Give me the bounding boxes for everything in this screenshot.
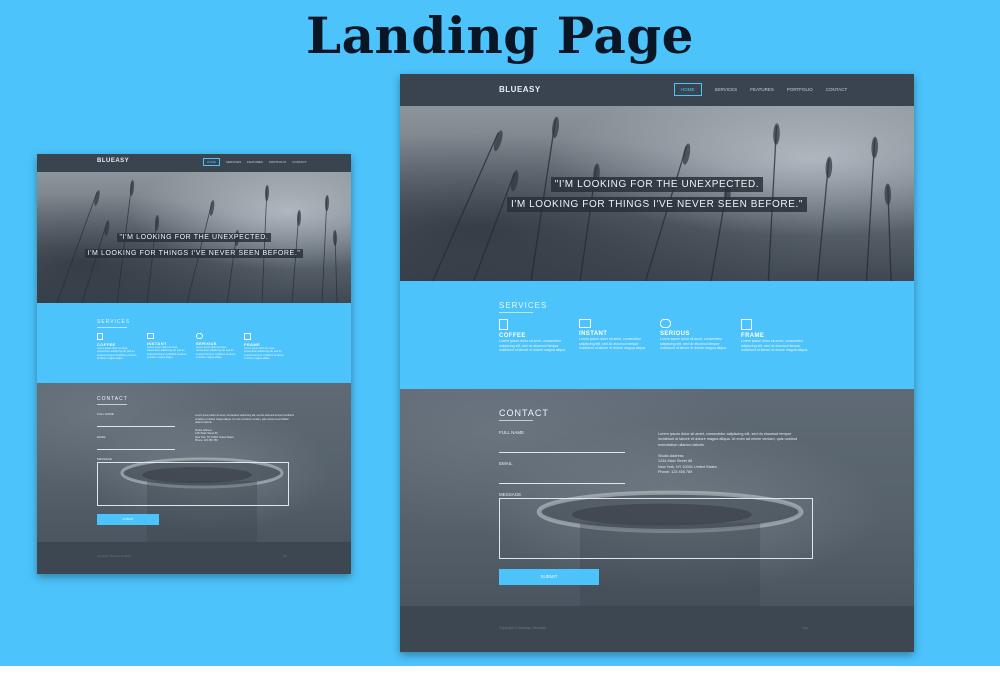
presentation-canvas: Landing Page BLUEASY HOME SERVICES FEATU…: [0, 0, 1000, 666]
service-coffee: COFFEE Lorem ipsum dolor sit amet, conse…: [499, 319, 571, 353]
email-field[interactable]: [499, 467, 625, 484]
footer-copyright: Copyright © Blueasy Template: [97, 555, 131, 558]
navbar: BLUEASY HOME SERVICES FEATURES PORTFOLIO…: [37, 154, 351, 172]
large-mockup: BLUEASY HOME SERVICES FEATURES PORTFOLIO…: [400, 74, 914, 652]
footer-top-link[interactable]: Top: [802, 626, 808, 630]
nav-portfolio[interactable]: PORTFOLIO: [787, 87, 813, 92]
service-frame: FRAME Lorem ipsum dolor sit amet, consec…: [741, 319, 813, 353]
brand-logo[interactable]: BLUEASY: [499, 85, 541, 94]
frame-icon: [741, 319, 752, 330]
service-instant: INSTANT Lorem ipsum dolor sit amet, cons…: [579, 319, 651, 351]
contact-section: CONTACT FULL NAME EMAIL MESSAGE SUBMIT L…: [400, 389, 914, 606]
footer: Copyright © Blueasy Template Top: [400, 606, 914, 652]
nav-links: HOME SERVICES FEATURES PORTFOLIO CONTACT: [203, 158, 306, 166]
nav-services[interactable]: SERVICES: [226, 160, 241, 164]
navbar: BLUEASY HOME SERVICES FEATURES PORTFOLIO…: [400, 74, 914, 106]
message-textarea[interactable]: [97, 462, 289, 506]
brand-logo[interactable]: BLUEASY: [97, 158, 129, 164]
contact-title: CONTACT: [97, 396, 128, 405]
coffee-cup-icon: [499, 319, 508, 330]
monitor-icon: [147, 333, 154, 339]
coffee-cup-icon: [97, 333, 103, 340]
hero-quote-line2: I'M LOOKING FOR THINGS I'VE NEVER SEEN B…: [37, 242, 351, 260]
nav-portfolio[interactable]: PORTFOLIO: [269, 160, 286, 164]
email-label: EMAIL: [97, 435, 107, 439]
nav-contact[interactable]: CONTACT: [826, 87, 847, 92]
people-icon: [660, 319, 671, 328]
message-textarea[interactable]: [499, 498, 813, 559]
services-section: SERVICES COFFEE Lorem ipsum dolor sit am…: [400, 281, 914, 389]
monitor-icon: [579, 319, 591, 328]
service-serious: SERIOUS Lorem ipsum dolor sit amet, cons…: [196, 333, 238, 360]
nav-links: HOME SERVICES FEATURES PORTFOLIO CONTACT: [674, 83, 847, 96]
email-label: EMAIL: [499, 461, 513, 466]
full-name-field[interactable]: [97, 417, 175, 427]
nav-home[interactable]: HOME: [203, 158, 220, 166]
service-serious: SERIOUS Lorem ipsum dolor sit amet, cons…: [660, 319, 732, 351]
message-label: MESSAGE: [97, 457, 112, 461]
contact-title: CONTACT: [499, 408, 549, 421]
service-frame: FRAME Lorem ipsum dolor sit amet, consec…: [244, 333, 286, 361]
contact-info: Lorem ipsum dolor sit amet, consectetur …: [658, 432, 798, 474]
service-instant: INSTANT Lorem ipsum dolor sit amet, cons…: [147, 333, 189, 360]
page-title: Landing Page: [305, 6, 694, 65]
services-title: SERVICES: [499, 301, 547, 313]
service-coffee: COFFEE Lorem ipsum dolor sit amet, conse…: [97, 333, 139, 361]
nav-features[interactable]: FEATURES: [750, 87, 774, 92]
hero-quote-line1: "I'M LOOKING FOR THE UNEXPECTED.: [400, 174, 914, 192]
people-icon: [196, 333, 203, 339]
nav-services[interactable]: SERVICES: [715, 87, 738, 92]
email-field[interactable]: [97, 440, 175, 450]
frame-icon: [244, 333, 251, 340]
hero-section: "I'M LOOKING FOR THE UNEXPECTED. I'M LOO…: [37, 172, 351, 303]
hero-section: "I'M LOOKING FOR THE UNEXPECTED. I'M LOO…: [400, 106, 914, 281]
small-mockup: BLUEASY HOME SERVICES FEATURES PORTFOLIO…: [37, 154, 351, 574]
contact-info: Lorem ipsum dolor sit amet, consectetur …: [195, 414, 294, 442]
footer: Copyright © Blueasy Template Top: [37, 542, 351, 574]
services-title: SERVICES: [97, 319, 130, 328]
full-name-field[interactable]: [499, 436, 625, 453]
nav-home[interactable]: HOME: [674, 83, 702, 96]
services-section: SERVICES COFFEE Lorem ipsum dolor sit am…: [37, 303, 351, 383]
contact-section: CONTACT FULL NAME EMAIL MESSAGE SUBMIT L…: [37, 383, 351, 542]
footer-copyright: Copyright © Blueasy Template: [499, 626, 547, 630]
nav-contact[interactable]: CONTACT: [292, 160, 306, 164]
full-name-label: FULL NAME: [499, 430, 525, 435]
nav-features[interactable]: FEATURES: [247, 160, 263, 164]
message-label: MESSAGE: [499, 492, 522, 497]
footer-top-link[interactable]: Top: [283, 555, 287, 558]
submit-button[interactable]: SUBMIT: [97, 514, 159, 525]
hero-quote-line2: I'M LOOKING FOR THINGS I'VE NEVER SEEN B…: [400, 194, 914, 212]
submit-button[interactable]: SUBMIT: [499, 569, 599, 585]
full-name-label: FULL NAME: [97, 412, 114, 416]
